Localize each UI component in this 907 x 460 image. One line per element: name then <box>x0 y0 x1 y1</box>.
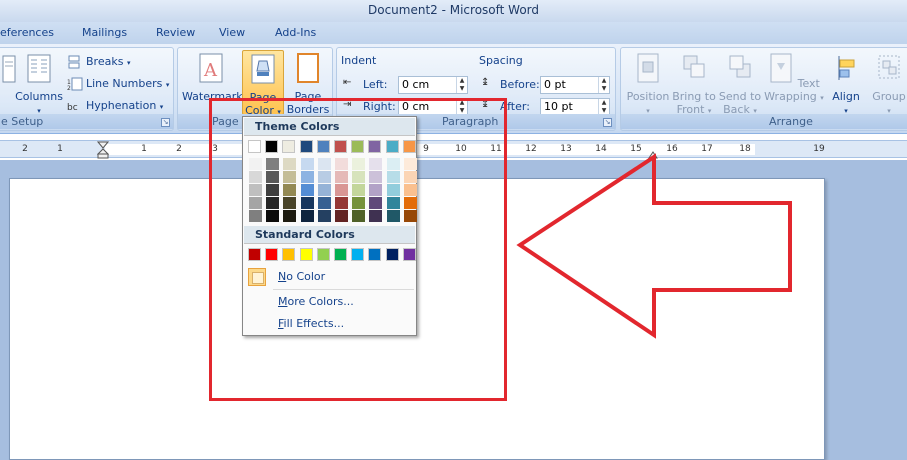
tab-review[interactable]: Review <box>156 26 195 39</box>
word-window: Document2 - Microsoft Word eferences Mai… <box>0 0 907 460</box>
position-label: Position <box>626 90 670 103</box>
breaks-icon <box>67 55 83 69</box>
breaks-label: Breaks <box>86 55 124 68</box>
hyphenation-button[interactable]: bc Hyphenation ▾ <box>67 97 163 115</box>
svg-text:2: 2 <box>67 85 71 91</box>
ruler-number: 2 <box>22 144 28 154</box>
text-wrapping-label-line1: Text <box>797 77 820 90</box>
ruler-number: 1 <box>57 144 63 154</box>
send-to-back-label-line1: Send to <box>718 90 762 103</box>
right-indent-marker-icon[interactable] <box>648 147 658 159</box>
ruler-number: 13 <box>560 144 572 154</box>
svg-text:bc: bc <box>67 103 78 113</box>
text-wrapping-button[interactable]: Text Wrapping ▾ <box>763 52 825 105</box>
align-icon <box>838 56 855 80</box>
indent-left-input[interactable]: 0 cm ▲ ▼ <box>398 76 468 94</box>
text-wrapping-label-line2: Wrapping <box>764 90 817 103</box>
indent-left-label: Left: <box>363 78 388 91</box>
page-setup-group-label: e Setup <box>0 114 173 129</box>
page-setup-group: Columns ▾ Breaks ▾ 1 2 Line Numbers ▾ bc Hyp… <box>0 47 174 131</box>
hyphenation-label: Hyphenation <box>86 99 157 112</box>
position-button[interactable]: Position ▾ <box>623 52 673 118</box>
page-color-icon <box>251 54 275 84</box>
send-to-back-icon <box>729 55 751 78</box>
spacing-after-spinner-icon[interactable]: ▲ ▼ <box>598 99 609 115</box>
margins-button[interactable] <box>0 52 16 90</box>
align-label: Align <box>832 90 860 103</box>
line-numbers-label: Line Numbers <box>86 77 163 90</box>
ruler-number: 17 <box>701 144 713 154</box>
breaks-button[interactable]: Breaks ▾ <box>67 53 130 71</box>
text-wrapping-icon <box>770 53 792 83</box>
paragraph-launcher-icon[interactable]: ↘ <box>603 118 612 127</box>
ruler-number: 15 <box>630 144 642 154</box>
tab-view[interactable]: View <box>219 26 245 39</box>
ruler-number: 19 <box>813 144 825 154</box>
group-label: Group <box>872 90 906 103</box>
ruler-number: 1 <box>141 144 147 154</box>
tab-references[interactable]: eferences <box>0 26 54 39</box>
columns-icon <box>27 54 51 83</box>
ribbon-tabs: eferences Mailings Review View Add-Ins <box>0 22 907 44</box>
position-icon <box>637 53 659 83</box>
tab-add-ins[interactable]: Add-Ins <box>275 26 316 39</box>
spacing-before-input[interactable]: 0 pt ▲ ▼ <box>540 76 610 94</box>
first-line-indent-marker-icon[interactable] <box>97 141 109 159</box>
title-bar: Document2 - Microsoft Word <box>0 0 907 22</box>
ruler-number: 18 <box>739 144 751 154</box>
indent-left-value: 0 cm <box>402 78 430 91</box>
arrange-group: Position ▾ Bring to Front ▾ Send to Back … <box>620 47 907 131</box>
indent-left-spinner-icon[interactable]: ▲ ▼ <box>456 77 467 93</box>
send-to-back-button[interactable]: Send to Back ▾ <box>717 52 763 118</box>
arrange-group-label: Arrange <box>621 114 907 129</box>
spacing-before-value: 0 pt <box>544 78 566 91</box>
hyphenation-icon: bc <box>67 99 83 113</box>
indent-left-icon: ⇤ <box>343 77 352 88</box>
columns-label: Columns <box>15 90 63 103</box>
window-title: Document2 - Microsoft Word <box>367 3 540 17</box>
bring-to-front-label-line1: Bring to <box>672 90 716 103</box>
spacing-after-value: 10 pt <box>544 100 573 113</box>
ruler-number: 14 <box>595 144 607 154</box>
group-icon <box>878 55 900 79</box>
tab-mailings[interactable]: Mailings <box>82 26 127 39</box>
spacing-title: Spacing <box>479 54 523 67</box>
line-numbers-icon: 12 <box>67 77 83 92</box>
spacing-before-label: Before: <box>500 78 540 91</box>
spacing-before-spinner-icon[interactable]: ▲ ▼ <box>598 77 609 93</box>
bring-to-front-icon <box>683 55 705 78</box>
ruler-number: 12 <box>525 144 537 154</box>
page-borders-icon <box>297 53 319 83</box>
align-button[interactable]: Align ▾ <box>827 52 865 118</box>
watermark-button[interactable]: A Watermark <box>182 52 243 103</box>
svg-text:A: A <box>203 60 218 81</box>
page-setup-launcher-icon[interactable]: ↘ <box>161 118 170 127</box>
ruler-number: 2 <box>176 144 182 154</box>
spacing-before-icon: ↨ <box>481 77 490 88</box>
line-numbers-button[interactable]: 1 2 Line Numbers ▾ <box>67 75 169 93</box>
watermark-icon: A <box>199 53 223 83</box>
ruler-number: 16 <box>666 144 678 154</box>
group-button[interactable]: Group ▾ <box>869 52 907 118</box>
columns-button[interactable]: Columns ▾ <box>15 52 63 118</box>
indent-title: Indent <box>341 54 377 67</box>
bring-to-front-button[interactable]: Bring to Front ▾ <box>671 52 717 118</box>
annotation-highlight-box <box>209 98 507 401</box>
